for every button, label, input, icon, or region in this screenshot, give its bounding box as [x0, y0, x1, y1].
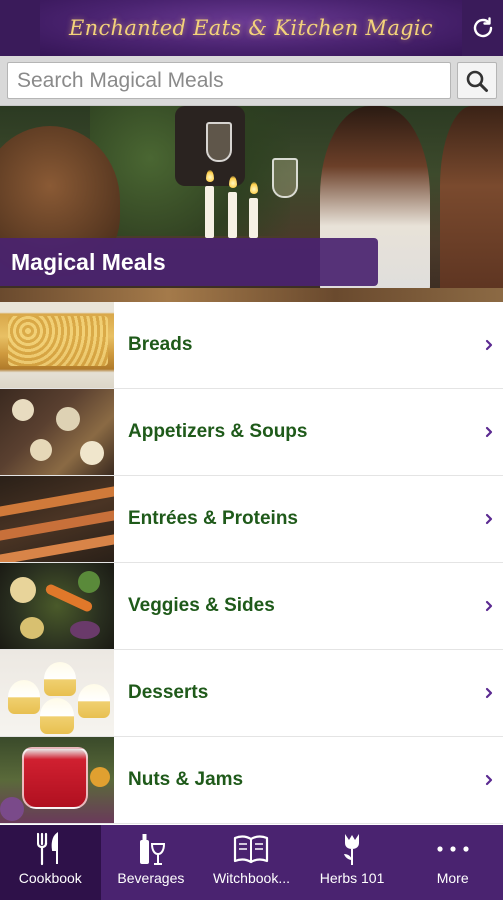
wine-glass-image — [272, 158, 298, 198]
chevron-right-icon — [485, 339, 493, 351]
candle-image — [205, 186, 214, 238]
book-icon — [234, 835, 269, 864]
tab-more[interactable]: More — [402, 825, 503, 900]
search-input[interactable] — [7, 62, 451, 99]
candle-flame — [229, 176, 237, 188]
hero-photo-table — [0, 288, 503, 302]
tab-herbs-101[interactable]: Herbs 101 — [302, 825, 403, 900]
more-dots-icon — [437, 846, 469, 852]
category-row-desserts[interactable]: Desserts — [0, 650, 503, 737]
category-label: Breads — [128, 334, 193, 355]
category-row-veggies-sides[interactable]: Veggies & Sides — [0, 563, 503, 650]
tab-label: Cookbook — [18, 870, 82, 886]
category-list: Breads Appetizers & Soups Entrées & Prot… — [0, 302, 503, 825]
category-label: Desserts — [128, 682, 209, 703]
veggies-thumbnail — [0, 563, 114, 649]
category-row-breads[interactable]: Breads — [0, 302, 503, 389]
chevron-right-icon — [485, 600, 493, 612]
breads-thumbnail — [0, 302, 114, 388]
tab-witchbook[interactable]: Witchbook... — [201, 825, 302, 900]
search-bar — [0, 56, 503, 106]
desserts-thumbnail — [0, 650, 114, 736]
refresh-icon — [473, 17, 492, 38]
chevron-right-icon — [485, 426, 493, 438]
app-header: Enchanted Eats & Kitchen Magic — [0, 0, 503, 56]
hero-banner[interactable]: Magical Meals — [0, 106, 503, 302]
tab-label: Herbs 101 — [319, 870, 385, 886]
header-left-spacer — [0, 0, 40, 56]
category-row-appetizers-soups[interactable]: Appetizers & Soups — [0, 389, 503, 476]
app-title: Enchanted Eats & Kitchen Magic — [69, 16, 433, 40]
hero-label: Magical Meals — [0, 238, 378, 286]
candle-image — [249, 198, 258, 238]
search-button[interactable] — [457, 62, 497, 99]
category-label: Nuts & Jams — [128, 769, 244, 790]
chevron-right-icon — [485, 687, 493, 699]
tab-cookbook[interactable]: Cookbook — [0, 825, 101, 900]
fork-knife-icon — [37, 832, 59, 866]
hero-photo-person — [440, 106, 503, 302]
tab-label: More — [436, 870, 469, 886]
hero-label-text: Magical Meals — [11, 248, 166, 275]
chevron-right-icon — [485, 513, 493, 525]
tab-beverages[interactable]: Beverages — [101, 825, 202, 900]
header-banner: Enchanted Eats & Kitchen Magic — [40, 0, 462, 56]
wine-glass-image — [206, 122, 232, 162]
entrees-thumbnail — [0, 476, 114, 562]
flower-icon — [344, 834, 360, 865]
category-label: Entrées & Proteins — [128, 508, 298, 529]
tab-label: Beverages — [117, 870, 185, 886]
refresh-button[interactable] — [462, 0, 503, 56]
category-label: Appetizers & Soups — [128, 421, 308, 442]
candle-flame — [250, 182, 258, 194]
category-row-entrees-proteins[interactable]: Entrées & Proteins — [0, 476, 503, 563]
category-label: Veggies & Sides — [128, 595, 275, 616]
category-row-nuts-jams[interactable]: Nuts & Jams — [0, 737, 503, 824]
search-icon — [466, 70, 488, 92]
tab-label: Witchbook... — [212, 870, 290, 886]
chevron-right-icon — [485, 774, 493, 786]
candle-flame — [206, 170, 214, 182]
appetizers-thumbnail — [0, 389, 114, 475]
bottom-tab-bar: Cookbook Beverages Witchbook... Herbs 10… — [0, 825, 503, 900]
jam-thumbnail — [0, 737, 114, 823]
wine-glass-icon — [139, 834, 165, 865]
candle-image — [228, 192, 237, 238]
